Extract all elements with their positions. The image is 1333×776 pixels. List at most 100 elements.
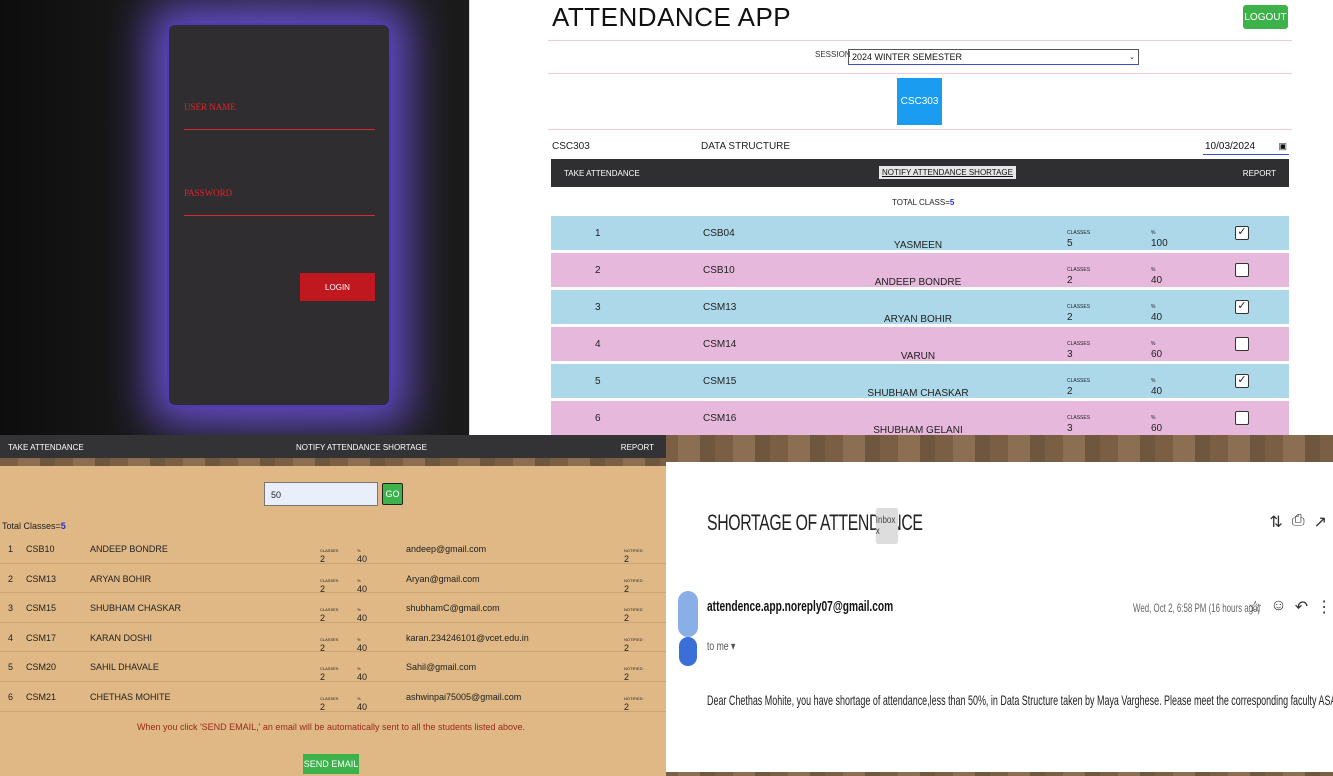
avatar-body	[679, 637, 697, 666]
percent-unit: %	[1151, 341, 1156, 347]
threshold-input[interactable]: 50	[264, 482, 378, 506]
class-count: 2 CLASSES	[320, 544, 339, 564]
table-row: 5 CSM15 SHUBHAM CHASKAR 2 CLASSES 40% ✓	[551, 364, 1289, 399]
divider	[548, 40, 1292, 41]
student-name: ARYAN BOHIR	[90, 573, 152, 584]
table-row: 6 CSM21 CHETHAS MOHITE 2 CLASSES 40% ashwinpai…	[0, 682, 666, 712]
email-sender[interactable]: attendence.app.noreply07@gmail.com	[707, 598, 893, 615]
roll-number: CSM13	[26, 573, 57, 584]
present-checkbox[interactable]	[1235, 337, 1249, 351]
classes-unit: CLASSES	[320, 548, 339, 553]
classes-unit: CLASSES	[1067, 415, 1091, 421]
present-checkbox[interactable]: ✓	[1235, 300, 1249, 314]
email-actions: ☆ ☺ ↶ ⋮	[1248, 597, 1332, 617]
username-field[interactable]	[184, 129, 375, 130]
notified-unit: NOTIFIED	[624, 577, 643, 583]
password-label: PASSWORD	[184, 188, 233, 198]
row-number: 3	[8, 603, 14, 614]
percent-unit: %	[1151, 230, 1156, 236]
percent-value: 40	[357, 672, 368, 683]
print-icon[interactable]: ⎙	[1292, 512, 1305, 532]
table-row: 2 CSB10 ANDEEP BONDRE 2 CLASSES 40%	[551, 253, 1289, 288]
table-row: 2 CSM13 ARYAN BOHIR 2 CLASSES 40% Aryan@gmail.…	[0, 564, 666, 594]
date-value: 10/03/2024	[1205, 141, 1256, 152]
class-count: 2 CLASSES	[320, 603, 338, 623]
reply-icon[interactable]: ↶	[1295, 597, 1308, 617]
student-name: KARAN DOSHI	[90, 632, 153, 643]
notified-count: 2 NOTIFIED	[624, 662, 643, 682]
row-number: 5	[595, 376, 601, 387]
roll-number: CSM13	[703, 302, 737, 313]
roll-number: CSM20	[26, 662, 57, 673]
tab-notify-shortage[interactable]: NOTIFY ATTENDANCE SHORTAGE	[296, 443, 427, 452]
notified-value: 2	[624, 672, 630, 683]
go-button[interactable]: GO	[382, 483, 403, 505]
student-name: ANDEEP BONDRE	[90, 544, 168, 554]
notified-unit: NOTIFIED	[624, 695, 643, 701]
attendance-percent: 40%	[357, 574, 367, 594]
present-checkbox[interactable]	[1235, 263, 1249, 277]
shortage-table: 1 CSB10 ANDEEP BONDRE 2 CLASSES 40% andeep@gma…	[0, 534, 666, 712]
notified-value: 2	[624, 583, 630, 594]
row-number: 2	[8, 573, 14, 584]
logout-button[interactable]: LOGOUT	[1243, 5, 1288, 29]
tab-report[interactable]: REPORT	[621, 443, 654, 452]
present-checkbox[interactable]: ✓	[1235, 374, 1249, 388]
percent-value: 60	[1151, 423, 1163, 434]
more-icon[interactable]: ⋮	[1316, 597, 1332, 617]
table-row: 3 CSM15 SHUBHAM CHASKAR 2 CLASSES 40% shubhamC…	[0, 593, 666, 623]
send-email-button[interactable]: SEND EMAIL	[303, 754, 359, 774]
attendance-table: 1 CSB04 YASMEEN 5 CLASSES 100% ✓ 2 CSB10 ANDEEP B…	[551, 216, 1289, 438]
email-recipient[interactable]: to me ▾	[707, 639, 735, 653]
student-name: SAHIL DHAVALE	[90, 662, 159, 673]
class-count: 3 CLASSES	[1067, 411, 1091, 434]
class-count: 2 CLASSES	[1067, 374, 1090, 397]
percent-unit: %	[357, 577, 361, 583]
emoji-icon[interactable]: ☺	[1270, 597, 1286, 617]
tab-take-attendance[interactable]: TAKE ATTENDANCE	[8, 443, 84, 452]
percent-value: 40	[357, 554, 368, 564]
attendance-percent: 60%	[1151, 337, 1162, 360]
email-note: When you click 'SEND EMAIL,' an email wi…	[136, 722, 526, 732]
tab-report[interactable]: REPORT	[1243, 169, 1276, 178]
total-classes-value: 5	[60, 521, 66, 531]
present-checkbox[interactable]	[1235, 411, 1249, 425]
roll-number: CSM16	[703, 413, 737, 424]
percent-unit: %	[1151, 267, 1156, 273]
student-name: CHETHAS MOHITE	[90, 691, 171, 702]
login-button[interactable]: LOGIN	[300, 273, 375, 301]
table-row: 3 CSM13 ARYAN BOHIR 2 CLASSES 40% ✓	[551, 290, 1289, 325]
student-email: andeep@gmail.com	[406, 544, 487, 554]
total-class-label: TOTAL CLASS=	[892, 198, 950, 207]
attendance-percent: 40%	[1151, 263, 1162, 286]
session-select[interactable]: 2024 WINTER SEMESTER ⌄	[848, 49, 1139, 65]
present-checkbox[interactable]: ✓	[1235, 226, 1249, 240]
email-date: Wed, Oct 2, 6:58 PM (16 hours ago)	[1133, 601, 1261, 615]
inbox-label-chip[interactable]: Inbox x	[875, 508, 899, 544]
class-count-value: 5	[1067, 238, 1073, 249]
class-count: 2 CLASSES	[320, 692, 339, 712]
class-count-value: 2	[320, 554, 326, 564]
table-row: 1 CSB10 ANDEEP BONDRE 2 CLASSES 40% andeep@gma…	[0, 534, 666, 564]
table-row: 4 CSM14 VARUN 3 CLASSES 60%	[551, 327, 1289, 362]
divider	[548, 129, 1292, 130]
percent-value: 40	[1151, 386, 1163, 397]
student-name: SHUBHAM CHASKAR	[867, 388, 969, 399]
class-count-value: 2	[320, 672, 326, 683]
shortage-panel: 50 GO Total Classes=5 1 CSB10 ANDEEP BONDR…	[0, 466, 666, 776]
calendar-icon[interactable]: ▣	[1278, 141, 1287, 152]
classes-unit: CLASSES	[320, 577, 339, 583]
row-number: 6	[595, 413, 601, 424]
expand-collapse-icon[interactable]: ⇅	[1269, 512, 1282, 532]
tab-notify-shortage[interactable]: NOTIFY ATTENDANCE SHORTAGE	[879, 166, 1016, 179]
star-icon[interactable]: ☆	[1248, 597, 1262, 617]
classes-unit: CLASSES	[320, 695, 339, 701]
date-input[interactable]: 10/03/2024 ▣	[1203, 139, 1289, 155]
password-field[interactable]	[184, 215, 375, 216]
roll-number: CSM17	[26, 632, 57, 643]
course-button[interactable]: CSC303	[897, 78, 942, 125]
attendance-percent: 40%	[1151, 374, 1162, 397]
open-new-window-icon[interactable]: ↗	[1314, 512, 1327, 532]
percent-value: 40	[1151, 275, 1163, 286]
tab-take-attendance[interactable]: TAKE ATTENDANCE	[564, 169, 640, 178]
